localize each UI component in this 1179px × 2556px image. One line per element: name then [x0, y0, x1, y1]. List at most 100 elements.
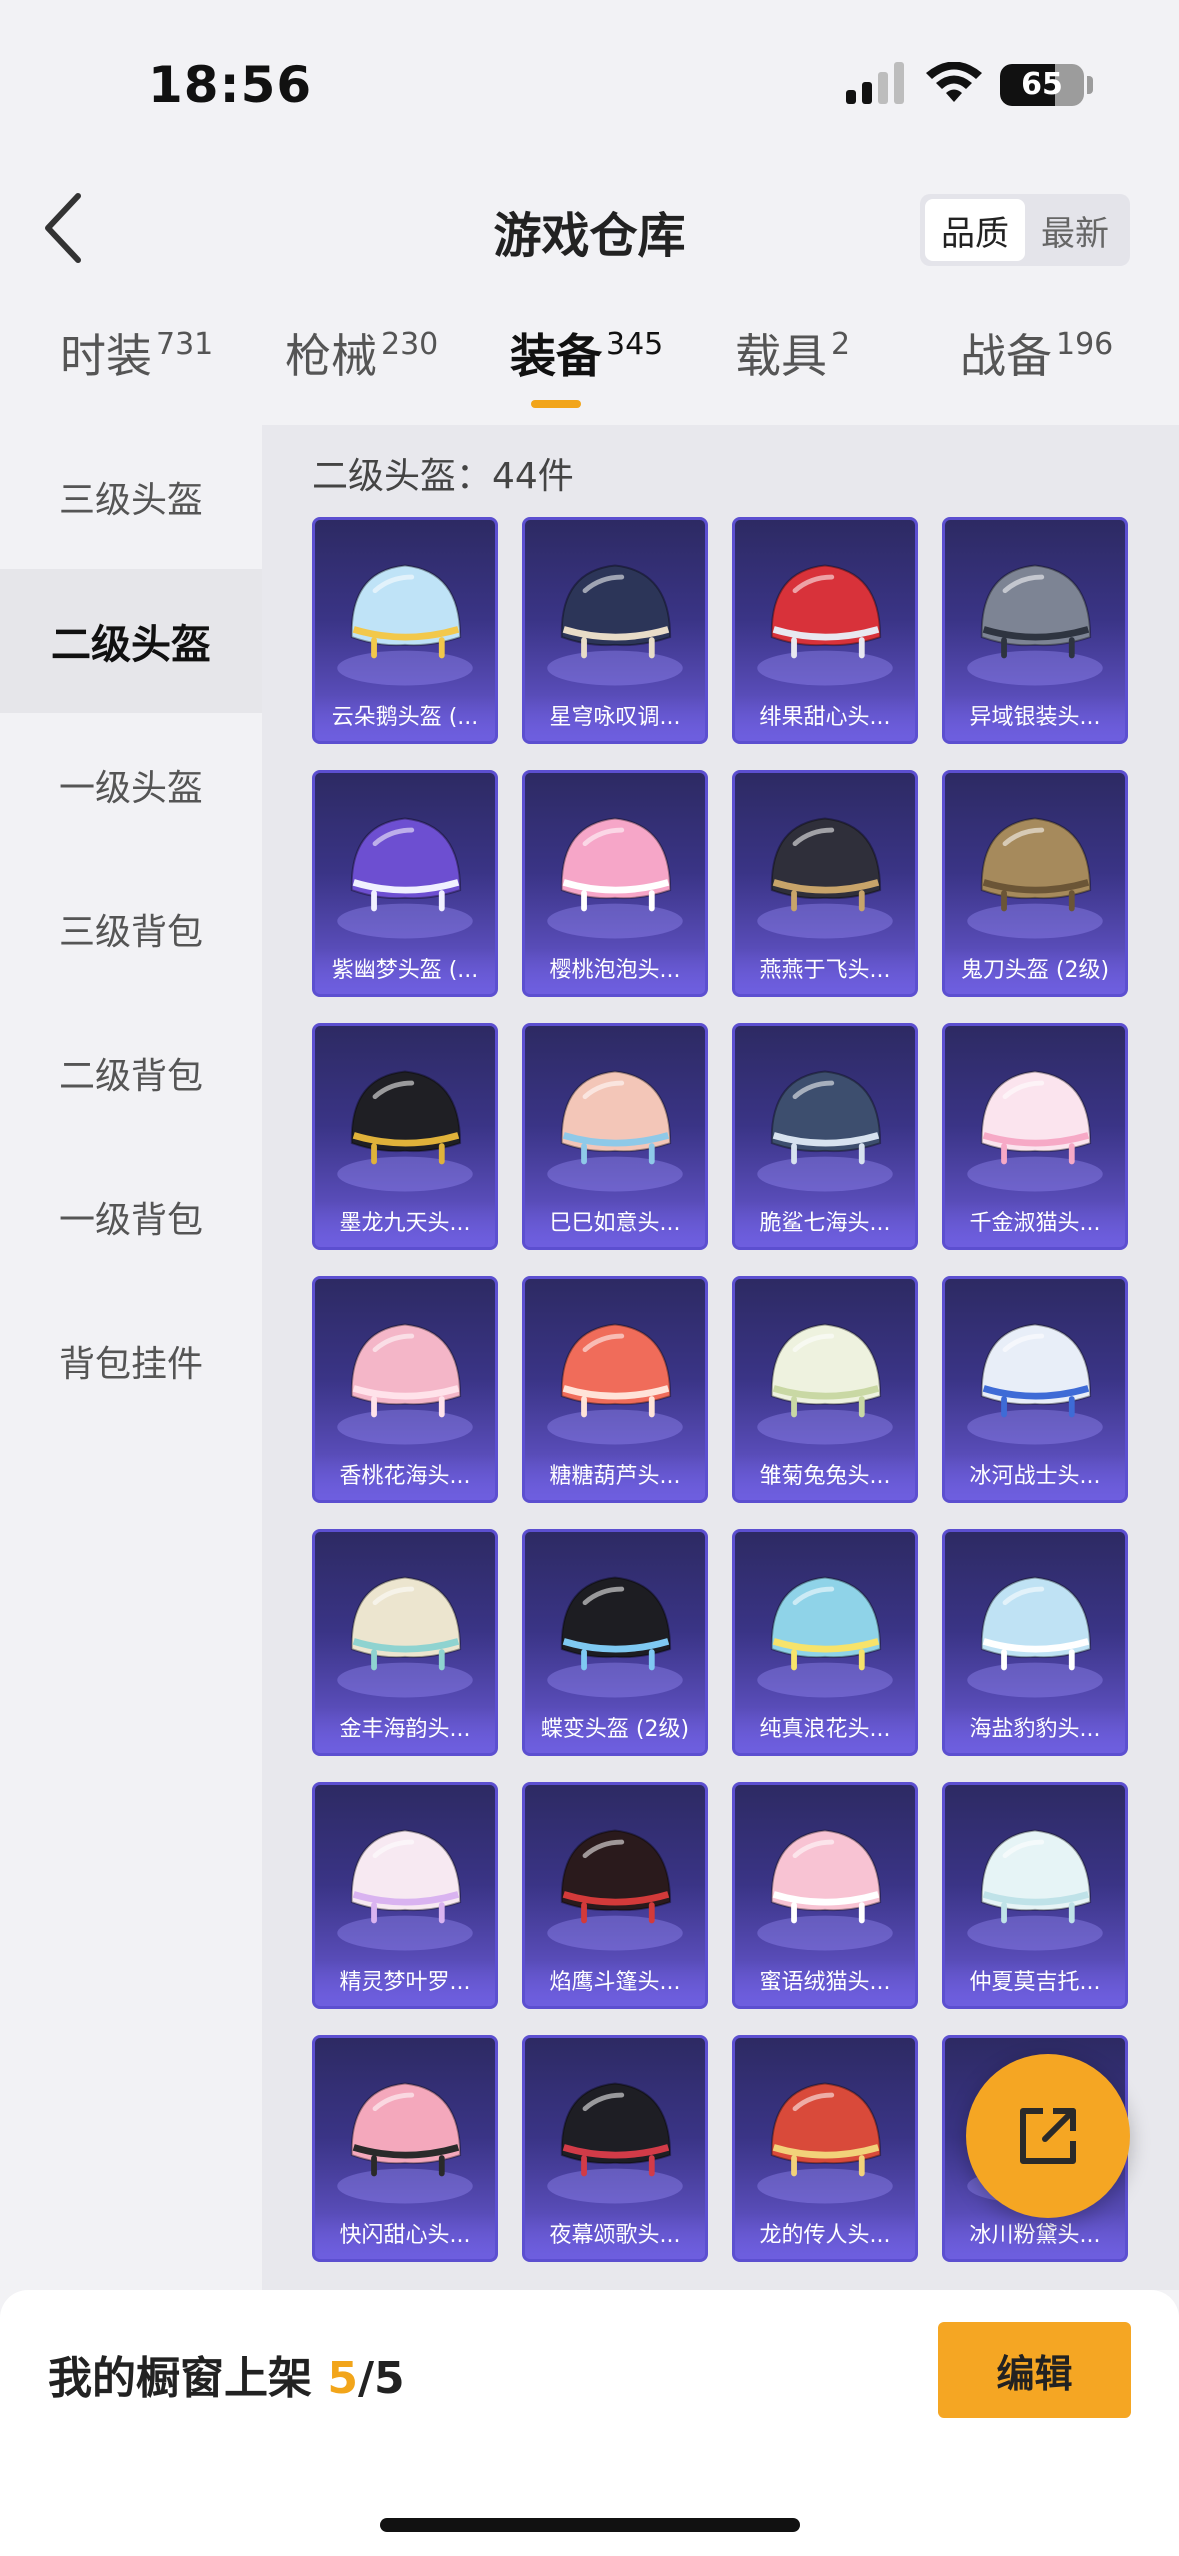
item-card[interactable]: 香桃花海头...: [312, 1276, 498, 1503]
tab-label: 枪械: [285, 329, 377, 383]
item-card[interactable]: 脆鲨七海头...: [732, 1023, 918, 1250]
item-card-label: 千金淑猫头...: [945, 1201, 1125, 1247]
sort-newest-button[interactable]: 最新: [1025, 199, 1125, 261]
item-card[interactable]: 千金淑猫头...: [942, 1023, 1128, 1250]
edit-button[interactable]: 编辑: [938, 2322, 1131, 2418]
helmet-icon: [337, 1829, 473, 1951]
item-card-label: 海盐豹豹头...: [945, 1707, 1125, 1753]
item-card-label: 樱桃泡泡头...: [525, 948, 705, 994]
helmet-icon: [547, 817, 683, 939]
item-card[interactable]: 金丰海韵头...: [312, 1529, 498, 1756]
item-card[interactable]: 精灵梦叶罗...: [312, 1782, 498, 2009]
helmet-icon: [337, 817, 473, 939]
item-card[interactable]: 云朵鹅头盔 (...: [312, 517, 498, 744]
helmet-icon: [967, 1323, 1103, 1445]
item-card-label: 蝶变头盔 (2级): [525, 1707, 705, 1753]
item-card[interactable]: 紫幽梦头盔 (...: [312, 770, 498, 997]
item-grid-panel: 二级头盔：44件 云朵鹅头盔 (... 星穹咏叹调... 绯果甜心头... 异域银装头…: [262, 425, 1179, 2290]
bottom-bar: 我的橱窗上架 5/5 编辑: [0, 2290, 1179, 2556]
sidebar-item-level2-helmet[interactable]: 二级头盔: [0, 569, 262, 713]
helmet-icon: [757, 1070, 893, 1192]
tab-fashion[interactable]: 时装 731: [60, 320, 213, 420]
item-card-label: 紫幽梦头盔 (...: [315, 948, 495, 994]
item-card[interactable]: 星穹咏叹调...: [522, 517, 708, 744]
helmet-icon: [337, 564, 473, 686]
share-button[interactable]: [966, 2054, 1130, 2218]
sidebar-item-level1-backpack[interactable]: 一级背包: [0, 1145, 262, 1289]
item-card[interactable]: 墨龙九天头...: [312, 1023, 498, 1250]
item-card-label: 鬼刀头盔 (2级): [945, 948, 1125, 994]
tab-count: 345: [606, 327, 664, 362]
item-card-label: 燕燕于飞头...: [735, 948, 915, 994]
wifi-icon: [926, 62, 982, 102]
tab-count: 2: [831, 327, 851, 362]
item-card-label: 雏菊兔兔头...: [735, 1454, 915, 1500]
sidebar: 三级头盔 二级头盔 一级头盔 三级背包 二级背包 一级背包 背包挂件: [0, 425, 262, 2290]
item-card[interactable]: 纯真浪花头...: [732, 1529, 918, 1756]
status-time: 18:56: [148, 56, 313, 114]
battery-icon: 65: [1000, 64, 1084, 106]
tab-firearms[interactable]: 枪械 230: [285, 320, 438, 420]
item-card[interactable]: 雏菊兔兔头...: [732, 1276, 918, 1503]
item-card-label: 脆鲨七海头...: [735, 1201, 915, 1247]
item-card[interactable]: 快闪甜心头...: [312, 2035, 498, 2262]
tab-vehicles[interactable]: 载具 2: [735, 320, 850, 420]
helmet-icon: [337, 2082, 473, 2204]
item-card[interactable]: 仲夏莫吉托...: [942, 1782, 1128, 2009]
item-card-label: 蜜语绒猫头...: [735, 1960, 915, 2006]
sort-toggle: 品质 最新: [920, 194, 1130, 266]
item-card-label: 仲夏莫吉托...: [945, 1960, 1125, 2006]
helmet-icon: [757, 2082, 893, 2204]
helmet-icon: [757, 1829, 893, 1951]
active-tab-indicator: [531, 400, 581, 408]
category-tabs: 时装 731 枪械 230 装备 345 载具 2 战备 196: [0, 320, 1179, 430]
helmet-icon: [547, 564, 683, 686]
item-card-label: 冰川粉黛头...: [945, 2213, 1125, 2259]
item-card[interactable]: 龙的传人头...: [732, 2035, 918, 2262]
item-card-label: 金丰海韵头...: [315, 1707, 495, 1753]
item-card[interactable]: 夜幕颂歌头...: [522, 2035, 708, 2262]
tab-count: 731: [156, 327, 214, 362]
battery-tip: [1087, 76, 1093, 94]
sort-quality-button[interactable]: 品质: [925, 199, 1025, 261]
tab-label: 载具: [735, 329, 827, 383]
showcase-total-count: /5: [357, 2353, 405, 2404]
item-card[interactable]: 巳巳如意头...: [522, 1023, 708, 1250]
item-card[interactable]: 海盐豹豹头...: [942, 1529, 1128, 1756]
helmet-icon: [757, 564, 893, 686]
item-card-label: 龙的传人头...: [735, 2213, 915, 2259]
item-card[interactable]: 异域银装头...: [942, 517, 1128, 744]
sidebar-item-level2-backpack[interactable]: 二级背包: [0, 1001, 262, 1145]
helmet-icon: [547, 1576, 683, 1698]
tab-count: 230: [381, 327, 439, 362]
item-card-label: 云朵鹅头盔 (...: [315, 695, 495, 741]
item-card[interactable]: 燕燕于飞头...: [732, 770, 918, 997]
item-card[interactable]: 鬼刀头盔 (2级): [942, 770, 1128, 997]
sidebar-item-level1-helmet[interactable]: 一级头盔: [0, 713, 262, 857]
showcase-label: 我的橱窗上架: [48, 2353, 312, 2404]
tab-combat-gear[interactable]: 战备 196: [960, 320, 1113, 420]
tab-label: 装备: [510, 329, 602, 383]
item-card[interactable]: 绯果甜心头...: [732, 517, 918, 744]
helmet-icon: [547, 1070, 683, 1192]
item-card[interactable]: 蜜语绒猫头...: [732, 1782, 918, 2009]
sidebar-item-level3-backpack[interactable]: 三级背包: [0, 857, 262, 1001]
helmet-icon: [967, 1576, 1103, 1698]
helmet-icon: [967, 817, 1103, 939]
item-card-label: 快闪甜心头...: [315, 2213, 495, 2259]
back-button[interactable]: [36, 188, 106, 268]
showcase-status: 我的橱窗上架 5/5: [48, 2342, 405, 2406]
sidebar-item-backpack-charm[interactable]: 背包挂件: [0, 1289, 262, 1433]
showcase-current-count: 5: [327, 2353, 358, 2404]
section-title: 二级头盔：44件: [312, 456, 574, 497]
item-card[interactable]: 蝶变头盔 (2级): [522, 1529, 708, 1756]
item-card-label: 夜幕颂歌头...: [525, 2213, 705, 2259]
item-card[interactable]: 冰河战士头...: [942, 1276, 1128, 1503]
helmet-icon: [967, 1829, 1103, 1951]
tab-count: 196: [1056, 327, 1114, 362]
item-card[interactable]: 焰鹰斗篷头...: [522, 1782, 708, 2009]
item-card[interactable]: 樱桃泡泡头...: [522, 770, 708, 997]
sidebar-item-level3-helmet[interactable]: 三级头盔: [0, 425, 262, 569]
battery-percent: 65: [1021, 67, 1063, 102]
item-card[interactable]: 糖糖葫芦头...: [522, 1276, 708, 1503]
